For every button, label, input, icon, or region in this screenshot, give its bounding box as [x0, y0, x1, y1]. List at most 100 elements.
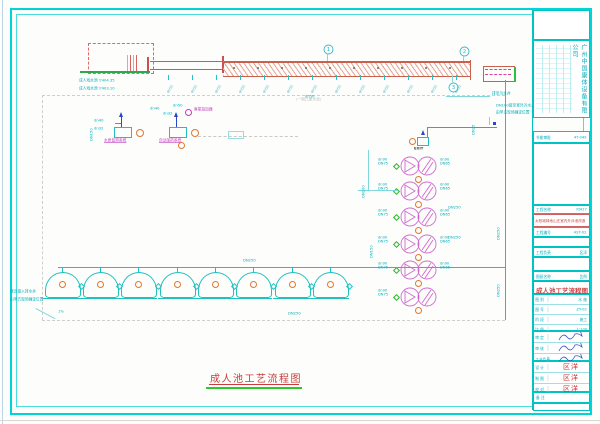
project-label-row: 工程名称 PJ427 — [533, 205, 590, 214]
drawing-title-underline-green — [206, 387, 302, 389]
bottom-pipe-dn-label: DN250 — [288, 312, 301, 316]
dn250-label: DN250 — [448, 206, 461, 210]
doser2-arrow-head — [174, 112, 178, 117]
stamp-table: 设 计区洋 制 图区洋 校 对区洋 — [533, 361, 590, 392]
tank-sight-glass — [135, 281, 142, 288]
ref-leader — [327, 53, 328, 61]
floor-tick — [264, 75, 265, 80]
pool-wall — [147, 57, 149, 72]
project-code-value: 4ST-02 — [574, 230, 587, 234]
floor-tick — [336, 75, 337, 80]
exit-device-box — [417, 137, 429, 146]
ref-bubble-2: 2 — [460, 47, 470, 57]
tank-riser — [100, 267, 101, 273]
dwgname-label: 图纸名称 — [536, 273, 551, 279]
dn250-label: DN250 — [497, 284, 501, 297]
dn150-left-label: DN150 — [90, 128, 94, 141]
shallow-bottom-line — [150, 69, 223, 70]
chem-pipe-v — [427, 127, 428, 137]
dn250-label: DN250 — [497, 227, 501, 240]
small-pipe-label: dn50 — [305, 95, 314, 99]
small-pipe-label: dn40 — [94, 119, 103, 123]
doser1-pump-circle — [136, 129, 144, 137]
lead-row: 工程负责 区洋 — [533, 247, 590, 257]
drain-leader — [446, 96, 490, 97]
tank-base — [43, 298, 81, 299]
tank-sight-glass — [174, 281, 181, 288]
tank-sight-glass — [97, 281, 104, 288]
pump-left-label: dn90DN75 — [378, 209, 388, 217]
page-edge-line — [2, 0, 3, 424]
pump-right-label: dn90DN65 — [440, 183, 450, 191]
title-block-bottom-box — [533, 403, 590, 411]
dn250-label: DN250 — [448, 236, 461, 240]
drain-marker-line — [489, 117, 490, 125]
room-outline-top — [42, 95, 505, 96]
band-dot — [425, 67, 427, 69]
tank-riser — [330, 267, 331, 273]
ref-leader — [452, 76, 453, 82]
grate-bar — [136, 55, 137, 72]
tank-base — [196, 298, 234, 299]
note-row: 备 注 — [533, 392, 590, 403]
room-outline-left — [42, 95, 43, 320]
tank-base — [234, 298, 272, 299]
small-pipe-label: dn32 — [94, 127, 103, 131]
signature-row: 审 定 — [534, 332, 589, 343]
stamp-row: 制 图区洋 — [534, 373, 589, 384]
grate-bar — [130, 55, 131, 72]
doser1-label: 水质监测系统 — [104, 139, 126, 143]
band-dot — [257, 67, 259, 69]
chem-pipe-h — [427, 127, 497, 128]
signature-row: 审 核 — [534, 343, 589, 354]
company-name: 广州中国康体设备有限公司 — [570, 44, 588, 117]
dn150-label: DN150 — [370, 245, 374, 258]
page-bottom-shadow — [0, 420, 600, 421]
small-pipe-label: dn50 — [173, 104, 182, 108]
doser2-arrow-stem — [176, 117, 177, 127]
note-label: 备 注 — [536, 395, 545, 401]
left-note-line1: 就近接入排水井 — [10, 290, 36, 294]
manifold-dn-label: DN250 — [243, 259, 256, 263]
lead-value: 区洋 — [580, 249, 587, 255]
tank-riser — [215, 267, 216, 273]
drain-note: 排至污水井 — [492, 92, 511, 96]
ozone-circle — [185, 109, 192, 116]
project-label: 工程名称 — [536, 207, 551, 213]
stamp-row: 设 计区洋 — [534, 362, 589, 373]
signature-table: 审 定 审 核 工艺负责 — [533, 331, 590, 361]
band-dot — [233, 67, 235, 69]
ozone-label: 臭氧投加器 — [194, 108, 213, 112]
exit-device-circle — [409, 138, 416, 145]
overflow-dashed-pipe — [485, 69, 511, 70]
floor-tick — [216, 75, 217, 80]
drawing-title-underline-red — [209, 384, 299, 385]
band-dot — [449, 67, 451, 69]
pool-end-wall — [470, 60, 471, 80]
floor-tick — [408, 75, 409, 80]
floor-tick — [240, 75, 241, 80]
tank-sight-glass — [59, 281, 66, 288]
project-code-row: 工程编号 4ST-02 — [533, 227, 590, 237]
company-box: 广州中国康体设备有限公司 — [533, 40, 590, 118]
pump-column-pipe — [368, 150, 369, 190]
band-dot — [329, 67, 331, 69]
dosing-box — [228, 131, 244, 139]
tank-riser — [253, 267, 254, 273]
drain-marker-dot — [493, 122, 496, 125]
tank-base — [119, 298, 157, 299]
lead-label: 工程负责 — [536, 249, 551, 255]
band-dot — [353, 67, 355, 69]
room-outline-bottom — [42, 320, 505, 321]
tank-riser — [62, 267, 63, 273]
slope-label: 1% — [58, 310, 64, 314]
info-table: 图 别水 施 图 号ZY-02 阶 段施工 比 例1:100 日 期2013-0… — [533, 294, 590, 331]
pump-pair-symbol — [399, 155, 439, 177]
floor-tick — [384, 75, 385, 80]
small-pipe-label: dn40 — [150, 107, 159, 111]
dosing-dashed-line — [198, 136, 298, 137]
doser1-arrow-stem — [121, 117, 122, 127]
dwgname-label-row: 图纸名称 比例 — [533, 271, 590, 281]
pump-right-label: dn90DN65 — [440, 209, 450, 217]
tank-riser — [138, 267, 139, 273]
